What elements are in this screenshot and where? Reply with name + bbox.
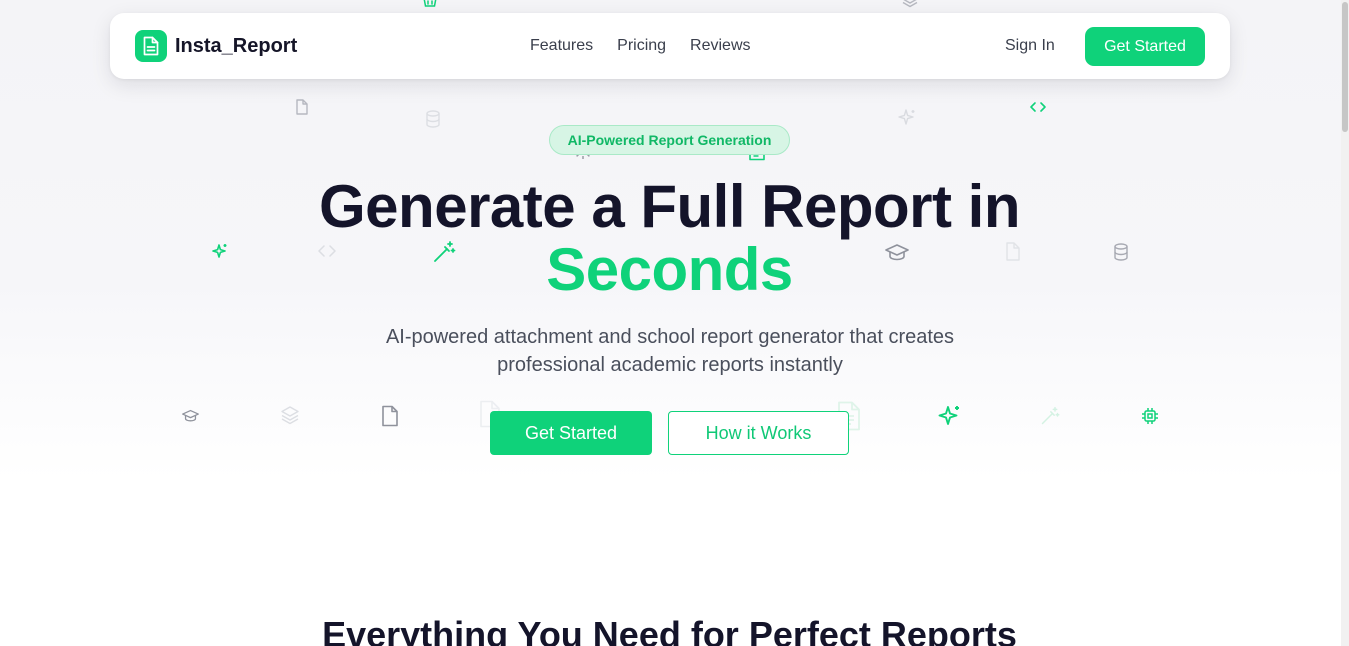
- nav-link-reviews[interactable]: Reviews: [690, 37, 750, 55]
- layers-icon: [902, 0, 918, 8]
- nav-link-features[interactable]: Features: [530, 37, 593, 55]
- hero-title: Generate a Full Report in: [319, 173, 1020, 240]
- ai-badge: AI-Powered Report Generation: [549, 125, 790, 155]
- sparkles-icon: [898, 109, 915, 125]
- hero-subtitle-line-1: AI-powered attachment and school report …: [385, 326, 955, 348]
- document-icon: [135, 30, 167, 62]
- hero-title-highlight: Seconds: [546, 236, 793, 303]
- sign-in-link[interactable]: Sign In: [1005, 37, 1055, 55]
- hero-get-started-button[interactable]: Get Started: [490, 411, 652, 455]
- features-section-title: Everything You Need for Perfect Reports: [322, 614, 1017, 646]
- brand-name: Insta_Report: [175, 34, 298, 57]
- magic-wand-icon: [1041, 406, 1060, 425]
- nav-get-started-button[interactable]: Get Started: [1085, 27, 1205, 66]
- page-scrollbar[interactable]: [1341, 0, 1349, 646]
- layers-icon: [281, 406, 299, 425]
- document-icon: [382, 405, 398, 427]
- hero-subtitle-line-2: professional academic reports instantly: [497, 354, 843, 376]
- database-icon: [426, 110, 440, 128]
- landing-page: Insta_Report Features Pricing Reviews Si…: [0, 0, 1349, 646]
- sparkles-icon: [938, 406, 959, 425]
- code-icon: [1030, 102, 1046, 112]
- graduation-cap-icon: [182, 409, 199, 422]
- top-navbar: Insta_Report Features Pricing Reviews Si…: [110, 13, 1230, 79]
- scrollbar-thumb[interactable]: [1342, 2, 1348, 132]
- document-icon: [296, 99, 308, 115]
- nav-link-pricing[interactable]: Pricing: [617, 37, 666, 55]
- how-it-works-button[interactable]: How it Works: [668, 411, 849, 455]
- nav-links: Features Pricing Reviews: [530, 37, 775, 55]
- hero-subtitle: AI-powered attachment and school report …: [335, 323, 1005, 379]
- brand[interactable]: Insta_Report: [135, 30, 297, 62]
- shopping-basket-icon: [423, 0, 437, 7]
- chip-icon: [1142, 408, 1158, 424]
